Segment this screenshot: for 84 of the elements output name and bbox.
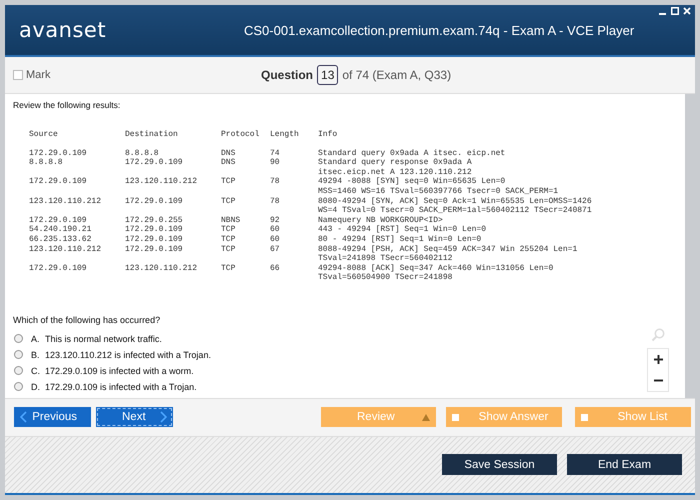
table-cell-text: 172.29.0.109 — [29, 264, 88, 275]
answer-radio[interactable] — [14, 334, 23, 344]
table-cell-text: 123.120.110.212 — [125, 264, 198, 275]
column-header: Length — [270, 130, 300, 140]
table-cell-text: 49294 -8088 [SYN] seq=0 Win=65635 Len=0 MSS=1460 WS=16 TSval=560397766 Tsecr=0 SACK_PERM=1 — [318, 177, 560, 197]
table-cell-text: Standard query 0x9ada A itsec. eicp.net — [318, 148, 506, 158]
option-text: This is normal network traffic. — [45, 334, 162, 344]
table-cell-text: NBNS — [221, 216, 242, 226]
chevron-right-icon — [160, 411, 167, 424]
answer-radio[interactable] — [14, 366, 23, 376]
table-cell-text: 60 — [270, 234, 281, 245]
table-cell-text: 67 — [270, 244, 281, 256]
question-number-field[interactable]: 13 — [317, 65, 338, 85]
table-cell-text: 172.29.0.109 — [29, 177, 88, 188]
table-cell-text: 66.235.133.62 — [29, 234, 92, 245]
question-intro: Review the following results: — [13, 100, 122, 110]
question-label: Question — [261, 68, 314, 82]
table-cell-text: 172.29.0.255 — [125, 216, 184, 226]
table-cell-text: 123.120.110.212 — [29, 244, 102, 256]
table-cell-text: 78 — [270, 177, 281, 188]
option-text: 172.29.0.109 is infected with a Trojan. — [45, 382, 197, 392]
table-cell-text: TCP — [221, 234, 236, 245]
table-cell-text: 172.29.0.109 — [29, 216, 88, 226]
answer-radio[interactable] — [14, 350, 23, 360]
end-exam-button[interactable]: End Exam — [567, 454, 682, 476]
question-prompt: Which of the following has occurred? — [13, 314, 162, 325]
table-cell-text: 172.29.0.109 — [125, 244, 184, 256]
plus-icon — [654, 354, 662, 364]
table-cell-text: DNS — [221, 148, 236, 158]
table-cell-text: 8088-49294 [PSH, ACK] Seq=459 ACK=347 Win 255204 Len=1 TSval=241898 TSecr=560402112 — [318, 244, 578, 264]
table-cell-text: 49294-8088 [ACK] Seq=347 Ack=460 Win=131056 Len=0 TSval=560504900 TSecr=241898 — [318, 264, 554, 283]
table-cell-text: 8080-49294 [SYN, ACK] Seq=0 Ack=1 Win=65535 Len=OMSS=1426 WS=4 TSval=0 Tsecr=0 SACK_PERM=1al=560402112 TSecr=240871 — [318, 196, 593, 216]
show-list-checkbox[interactable] — [581, 414, 588, 421]
table-cell-text: 443 - 49294 [RST] Seq=1 Win=0 Len=0 — [318, 225, 488, 235]
table-cell-text: 8.8.8.8 — [29, 158, 64, 170]
option-letter: C. — [31, 366, 41, 376]
save-session-button[interactable]: Save Session — [442, 454, 557, 476]
table-cell-text: TCP — [221, 264, 236, 275]
table-cell-text: Namequery NB WORKGROUP<ID> — [318, 216, 444, 225]
table-cell-text: TCP — [221, 244, 236, 256]
table-cell-text: 74 — [270, 148, 281, 158]
window-title: CS0-001.examcollection.premium.exam.74q - Exam A - VCE Player — [244, 22, 634, 38]
column-header: Source — [29, 130, 59, 140]
table-cell-text: 8.8.8.8 — [125, 148, 160, 158]
chevron-left-icon — [20, 411, 27, 424]
table-cell-text: 66 — [270, 264, 281, 275]
table-cell-text: 172.29.0.109 — [125, 225, 184, 235]
option-letter: A. — [31, 334, 41, 344]
mark-checkbox[interactable] — [13, 70, 23, 80]
table-cell-text: 123.120.110.212 — [29, 196, 102, 208]
scrollbar[interactable] — [685, 94, 695, 398]
table-cell-text: 54.240.190.21 — [29, 225, 92, 235]
option-text: 172.29.0.109 is infected with a worm. — [45, 366, 194, 376]
maximize-icon[interactable] — [671, 7, 679, 15]
column-header: Destination — [125, 130, 179, 140]
next-button[interactable]: Next — [96, 407, 173, 428]
show-answer-checkbox[interactable] — [452, 414, 459, 421]
option-letter: D. — [31, 382, 41, 392]
mark-label: Mark — [26, 69, 50, 81]
answer-radio[interactable] — [14, 382, 23, 392]
triangle-up-icon — [422, 414, 430, 421]
table-cell-text: Standard query response 0x9ada A itsec.eicp.net A 123.120.110.212 — [318, 158, 473, 177]
close-icon[interactable] — [683, 7, 691, 15]
table-cell-text: TCP — [221, 177, 236, 188]
column-header: Protocol — [221, 130, 260, 140]
table-cell-text: TCP — [221, 196, 236, 208]
table-cell-text: 90 — [270, 158, 281, 170]
table-cell-text: 172.29.0.109 — [125, 158, 184, 170]
question-count: of 74 (Exam A, Q33) — [342, 68, 452, 82]
table-cell-text: DNS — [221, 158, 236, 170]
app-logo: avanset — [19, 18, 108, 42]
table-cell-text: 123.120.110.212 — [125, 177, 198, 188]
table-cell-text: 172.29.0.109 — [125, 196, 184, 208]
table-cell-text: 172.29.0.109 — [125, 234, 184, 245]
table-cell-text: 80 - 49294 [RST] Seq=1 Win=0 Len=0 — [318, 234, 482, 245]
table-cell-text: 172.29.0.109 — [29, 148, 88, 158]
table-cell-text: TCP — [221, 225, 236, 235]
table-cell-text: 60 — [270, 225, 281, 235]
option-letter: B. — [31, 350, 41, 360]
table-cell-text: 92 — [270, 216, 281, 226]
previous-button[interactable]: Previous — [14, 407, 91, 428]
column-header: Info — [318, 130, 338, 140]
table-cell-text: 78 — [270, 196, 281, 208]
option-text: 123.120.110.212 is infected with a Trojan. — [45, 350, 211, 360]
